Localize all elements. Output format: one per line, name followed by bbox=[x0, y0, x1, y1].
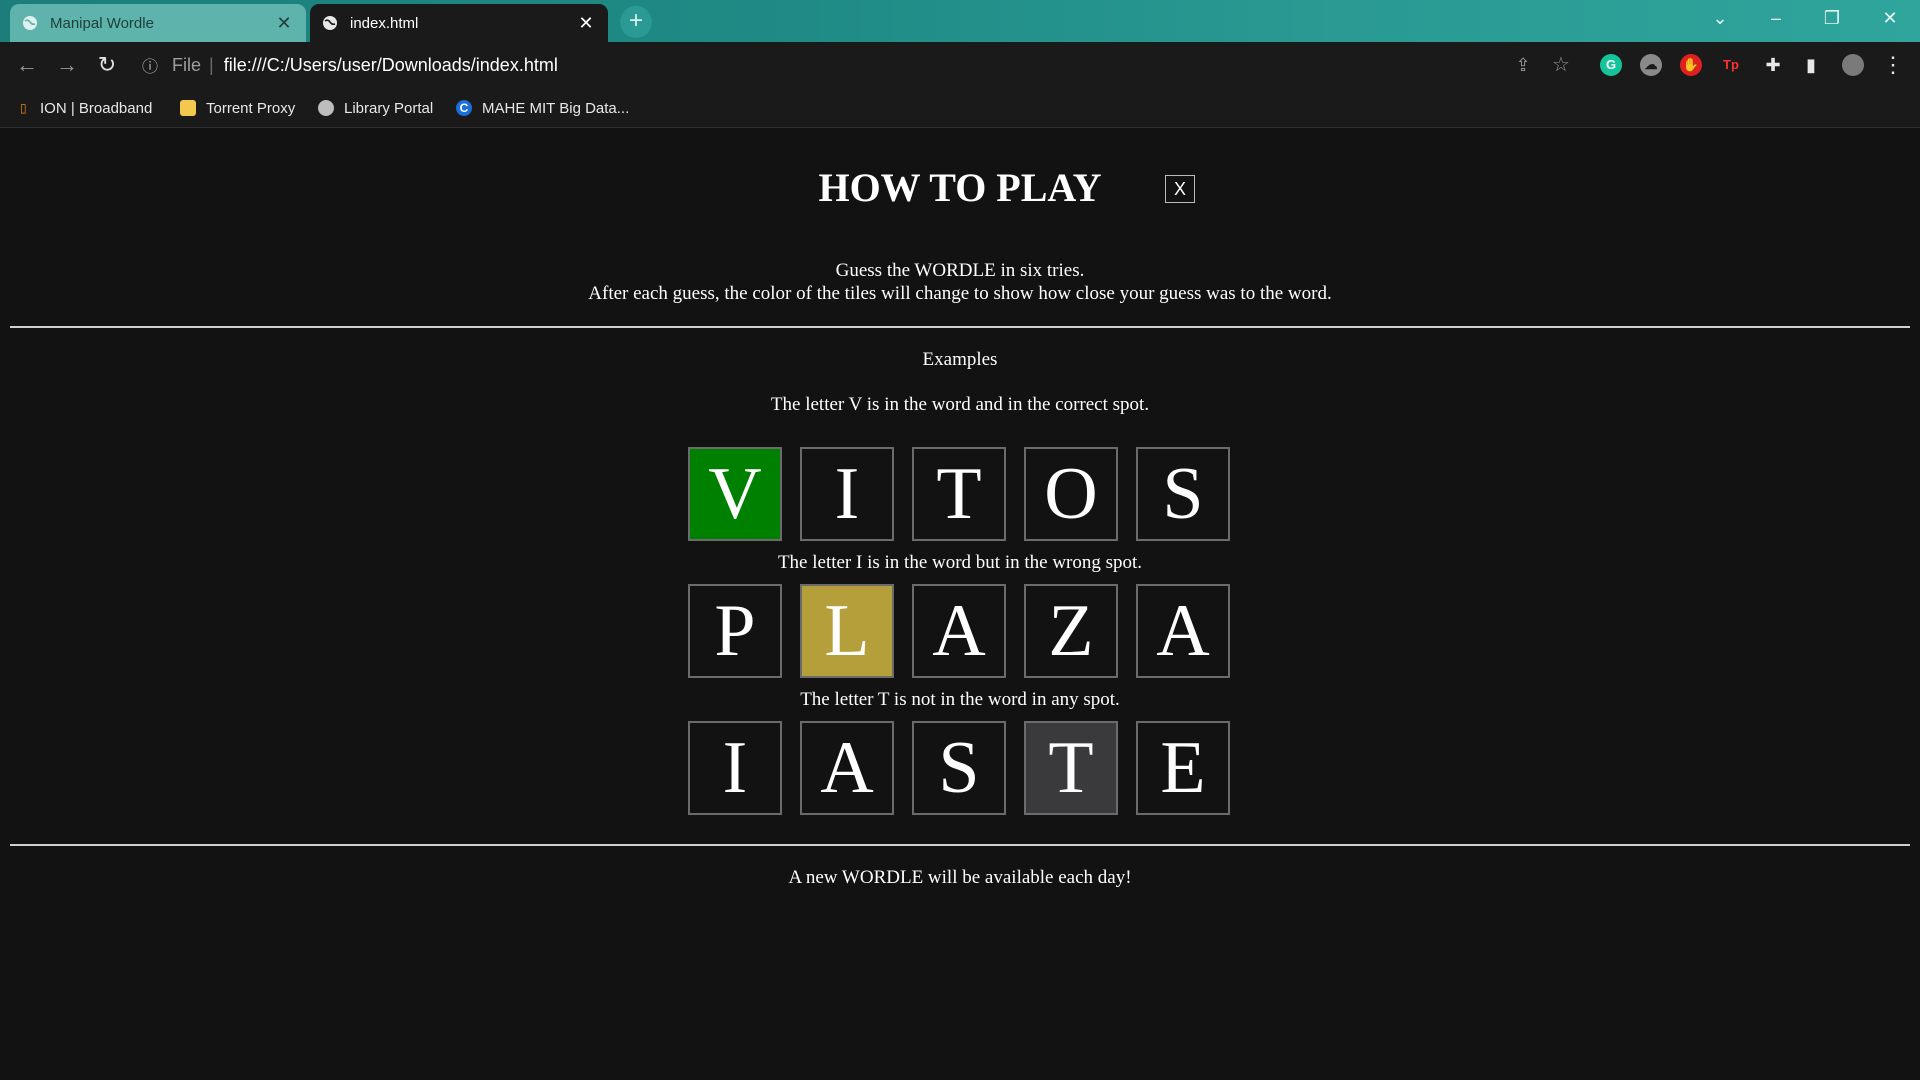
profile-avatar[interactable] bbox=[1842, 54, 1864, 76]
share-icon[interactable]: ⇪ bbox=[1508, 50, 1538, 80]
globe-icon bbox=[318, 100, 334, 116]
tab-title: index.html bbox=[350, 14, 419, 32]
bookmarks-bar: ▯ ION | Broadband Torrent Proxy Library … bbox=[0, 88, 1920, 128]
letter-tile: O bbox=[1024, 447, 1118, 541]
close-tab-icon[interactable]: ✕ bbox=[274, 13, 294, 34]
url-scheme: File bbox=[172, 54, 202, 75]
globe-icon bbox=[323, 16, 337, 30]
url-separator: | bbox=[209, 54, 214, 75]
coursera-favicon-icon: C bbox=[456, 100, 472, 116]
forward-icon[interactable]: → bbox=[52, 50, 82, 80]
tp-extension-icon[interactable]: Tp bbox=[1720, 54, 1742, 76]
info-icon[interactable]: ⓘ bbox=[142, 53, 168, 77]
letter-tile: T bbox=[1024, 721, 1118, 815]
examples-heading: Examples bbox=[922, 349, 998, 370]
letter-tile: Z bbox=[1024, 584, 1118, 678]
letter-tile: V bbox=[688, 447, 782, 541]
letter-tile: I bbox=[688, 721, 782, 815]
globe-icon bbox=[23, 16, 37, 30]
bookmark-library-portal[interactable]: Library Portal bbox=[318, 96, 433, 120]
letter-tile: A bbox=[912, 584, 1006, 678]
new-tab-button[interactable]: + bbox=[620, 6, 652, 38]
letter-tile: L bbox=[800, 584, 894, 678]
back-icon[interactable]: ← bbox=[12, 50, 42, 80]
reload-icon[interactable]: ↻ bbox=[92, 50, 122, 80]
letter-tile: S bbox=[912, 721, 1006, 815]
menu-kebab-icon[interactable]: ⋮ bbox=[1878, 50, 1908, 80]
bookmark-label: ION | Broadband bbox=[40, 99, 153, 117]
bookmark-ion-broadband[interactable]: ▯ ION | Broadband bbox=[20, 96, 152, 120]
letter-tile: E bbox=[1136, 721, 1230, 815]
letter-tile: I bbox=[800, 447, 894, 541]
letter-tile: A bbox=[1136, 584, 1230, 678]
how-to-play-page: HOW TO PLAY X Guess the WORDLE in six tr… bbox=[0, 128, 1920, 1080]
example-row-present: PLAZA bbox=[688, 584, 1232, 678]
tab-strip: Manipal Wordle ✕ index.html ✕ + ⌄ – ❐ ✕ bbox=[0, 0, 1920, 42]
example-row-correct: VITOS bbox=[688, 447, 1232, 541]
footer-note: A new WORDLE will be available each day! bbox=[788, 867, 1132, 888]
example-caption-absent: The letter T is not in the word in any s… bbox=[800, 689, 1120, 710]
bookmark-star-icon[interactable]: ☆ bbox=[1546, 50, 1576, 80]
bookmark-label: Torrent Proxy bbox=[206, 99, 296, 117]
browser-toolbar: ← → ↻ ⓘ File | file:///C:/Users/user/Dow… bbox=[0, 42, 1920, 88]
divider-top bbox=[10, 326, 1910, 328]
url-text: file:///C:/Users/user/Downloads/index.ht… bbox=[223, 54, 558, 75]
close-tab-icon[interactable]: ✕ bbox=[576, 13, 596, 34]
window-close-icon[interactable]: ✕ bbox=[1862, 0, 1918, 36]
address-bar[interactable]: ⓘ File | file:///C:/Users/user/Downloads… bbox=[142, 48, 1502, 82]
divider-bottom bbox=[10, 844, 1910, 846]
intro-line-1: Guess the WORDLE in six tries. bbox=[835, 260, 1085, 281]
restore-icon[interactable]: ❐ bbox=[1804, 0, 1860, 36]
letter-tile: A bbox=[800, 721, 894, 815]
extensions-puzzle-icon[interactable]: ✚ bbox=[1758, 50, 1788, 80]
bookmark-label: Library Portal bbox=[344, 99, 434, 117]
extension-cloud-icon[interactable]: ☁ bbox=[1640, 54, 1662, 76]
bookmark-torrent-proxy[interactable]: Torrent Proxy bbox=[180, 96, 295, 120]
side-panel-icon[interactable]: ▮ bbox=[1796, 50, 1826, 80]
bookmark-mahe-mit[interactable]: C MAHE MIT Big Data... bbox=[456, 96, 629, 120]
example-row-absent: IASTE bbox=[688, 721, 1232, 815]
bookmark-label: MAHE MIT Big Data... bbox=[482, 99, 630, 117]
letter-tile: P bbox=[688, 584, 782, 678]
tab-title: Manipal Wordle bbox=[50, 14, 154, 32]
grammarly-icon[interactable]: G bbox=[1600, 54, 1622, 76]
letter-tile: S bbox=[1136, 447, 1230, 541]
letter-tile: T bbox=[912, 447, 1006, 541]
page-title: HOW TO PLAY bbox=[818, 165, 1102, 210]
folder-icon bbox=[180, 100, 196, 116]
adblock-icon[interactable]: ✋ bbox=[1680, 54, 1702, 76]
tab-manipal-wordle[interactable]: Manipal Wordle ✕ bbox=[10, 4, 306, 42]
intro-line-2: After each guess, the color of the tiles… bbox=[588, 283, 1332, 304]
minimize-icon[interactable]: – bbox=[1748, 0, 1804, 36]
close-button[interactable]: X bbox=[1165, 175, 1195, 203]
tab-index-html[interactable]: index.html ✕ bbox=[310, 4, 608, 42]
tab-search-icon[interactable]: ⌄ bbox=[1692, 0, 1748, 36]
ion-favicon-icon: ▯ bbox=[20, 101, 27, 115]
example-caption-present: The letter I is in the word but in the w… bbox=[777, 552, 1143, 573]
example-caption-correct: The letter V is in the word and in the c… bbox=[770, 394, 1150, 415]
